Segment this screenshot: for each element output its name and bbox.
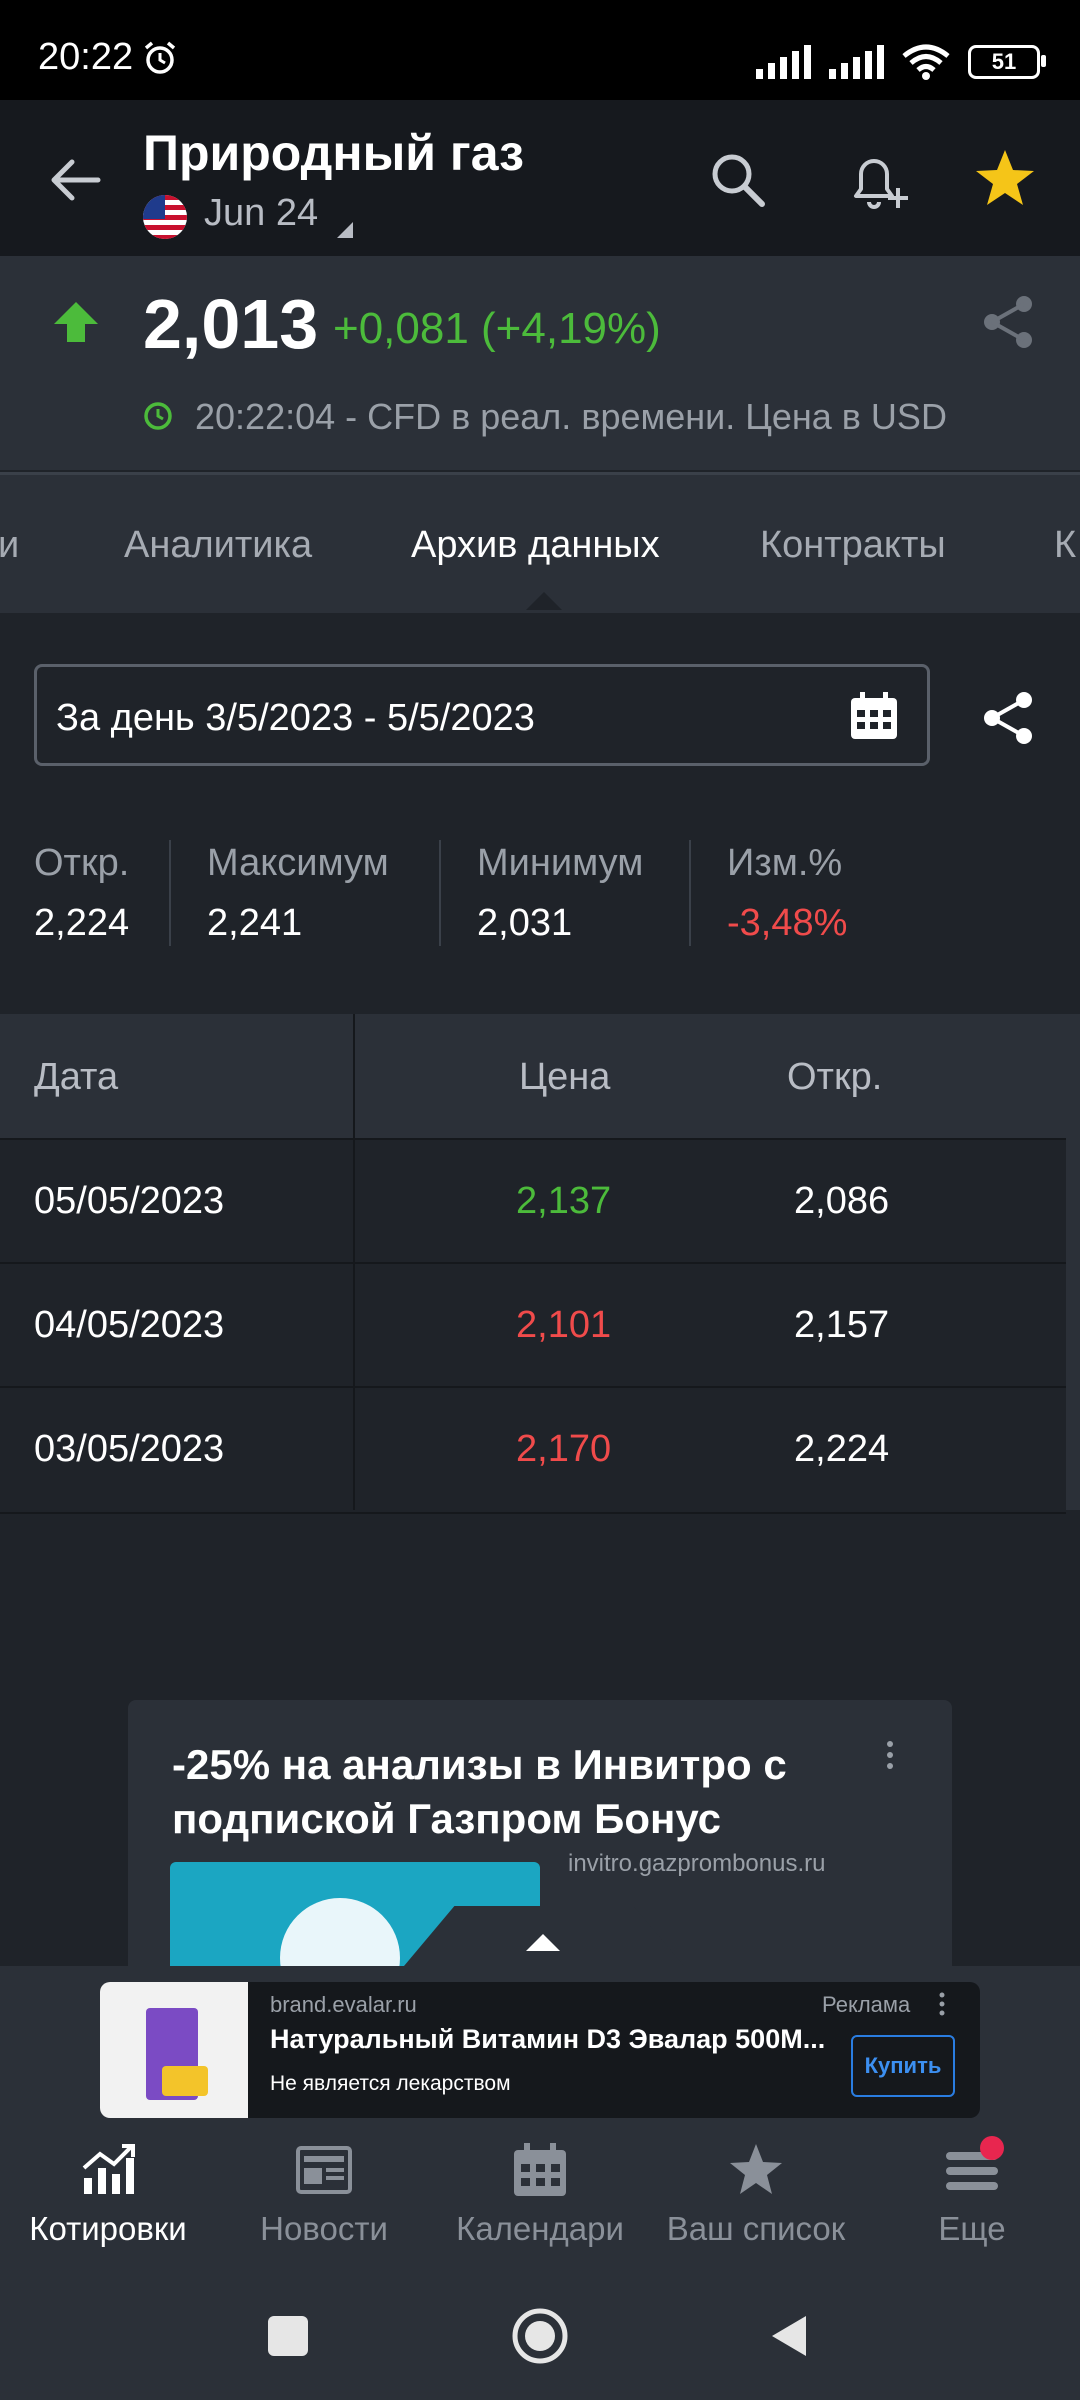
cell-date: 03/05/2023	[34, 1428, 225, 1470]
horizontal-scroll-edge	[1066, 1014, 1080, 1510]
banner-product-image[interactable]	[100, 1982, 248, 2118]
tab-historical-data[interactable]: Архив данных	[411, 524, 660, 567]
stat-change-value: -3,48%	[727, 902, 848, 944]
nav-label: Новости	[260, 2210, 388, 2247]
clock-icon	[144, 402, 172, 430]
ad-card-title[interactable]: -25% на анализы в Инвитро с подпиской Га…	[172, 1738, 872, 1846]
stat-divider	[439, 840, 441, 946]
nav-label: Котировки	[29, 2210, 187, 2247]
ad-label: Реклама	[822, 1992, 911, 2017]
back-arrow-icon[interactable]	[44, 148, 108, 212]
contract-selector[interactable]: Jun 24	[204, 192, 318, 235]
chevron-up-icon[interactable]	[526, 1934, 560, 1951]
stat-divider	[169, 840, 171, 946]
notification-badge	[980, 2136, 1004, 2160]
column-header-open: Откр.	[787, 1056, 883, 1098]
nav-calendars[interactable]: Календари	[432, 2140, 648, 2248]
share-icon[interactable]	[980, 688, 1036, 748]
us-flag-icon	[143, 195, 187, 239]
nav-news[interactable]: Новости	[216, 2140, 432, 2248]
buy-button[interactable]: Купить	[851, 2035, 955, 2097]
battery-indicator: 51	[968, 45, 1046, 79]
signal-icon	[756, 45, 811, 79]
stat-high-value: 2,241	[207, 902, 303, 944]
add-alert-icon[interactable]	[842, 146, 912, 216]
battery-level: 51	[991, 49, 1017, 74]
nav-watchlist[interactable]: Ваш список	[648, 2140, 864, 2248]
more-vert-icon[interactable]	[938, 1992, 946, 2016]
banner-url: brand.evalar.ru	[270, 1992, 417, 2017]
stat-low-value: 2,031	[477, 902, 573, 944]
column-divider	[353, 1014, 355, 1510]
realtime-info: 20:22:04 - CFD в реал. времени. Цена в U…	[195, 396, 947, 437]
column-header-date: Дата	[34, 1056, 119, 1098]
tab-overview-partial[interactable]: и	[0, 524, 19, 567]
price-change: +0,081 (+4,19%)	[333, 304, 661, 353]
cell-open: 2,086	[794, 1180, 890, 1222]
stat-low-label: Минимум	[477, 842, 644, 884]
alarm-icon	[144, 41, 176, 74]
star-icon	[730, 2144, 782, 2194]
stat-change-label: Изм.%	[727, 842, 843, 884]
stat-divider	[689, 840, 691, 946]
banner-subtitle: Не является лекарством	[270, 2072, 511, 2095]
wifi-icon	[902, 44, 950, 80]
cell-open: 2,157	[794, 1304, 890, 1346]
system-back-button[interactable]	[768, 2312, 808, 2360]
nav-quotes[interactable]: Котировки	[0, 2140, 216, 2248]
nav-more[interactable]: Еще	[864, 2140, 1080, 2248]
cell-date: 05/05/2023	[34, 1180, 225, 1222]
active-tab-indicator	[526, 592, 562, 610]
cell-date: 04/05/2023	[34, 1304, 225, 1346]
price-up-arrow-icon	[54, 302, 98, 342]
chart-icon	[82, 2144, 135, 2194]
cell-price: 2,101	[516, 1304, 612, 1346]
news-icon	[296, 2146, 352, 2194]
tab-contracts[interactable]: Контракты	[760, 524, 946, 567]
search-icon[interactable]	[706, 148, 770, 212]
dropdown-corner-icon[interactable]	[337, 222, 353, 238]
nav-label: Календари	[456, 2210, 624, 2247]
nav-label: Еще	[938, 2210, 1006, 2247]
status-time: 20:22	[38, 36, 134, 78]
cell-price: 2,137	[516, 1180, 612, 1222]
signal-icon	[829, 45, 884, 79]
calendar-icon[interactable]	[848, 690, 900, 742]
last-price: 2,013	[143, 285, 319, 363]
tab-analytics[interactable]: Аналитика	[124, 524, 312, 567]
cell-price: 2,170	[516, 1428, 612, 1470]
share-icon[interactable]	[980, 292, 1036, 352]
watchlist-star-icon[interactable]	[972, 146, 1038, 212]
more-vert-icon[interactable]	[884, 1740, 896, 1770]
recent-apps-button[interactable]	[268, 2316, 308, 2356]
calendar-icon	[514, 2143, 566, 2196]
status-indicators: 51	[756, 44, 1046, 80]
date-range-label: За день 3/5/2023 - 5/5/2023	[56, 697, 535, 739]
stat-open-value: 2,224	[34, 902, 130, 944]
nav-label: Ваш список	[666, 2210, 846, 2247]
banner-title[interactable]: Натуральный Витамин D3 Эвалар 500М...	[270, 2024, 830, 2055]
cell-open: 2,224	[794, 1428, 890, 1470]
home-button[interactable]	[510, 2306, 570, 2366]
stat-high-label: Максимум	[207, 842, 389, 884]
stat-open-label: Откр.	[34, 842, 130, 884]
column-header-price: Цена	[519, 1056, 611, 1098]
tab-next-partial[interactable]: К	[1054, 524, 1076, 567]
instrument-title: Природный газ	[143, 125, 525, 181]
ad-card-url: invitro.gazprombonus.ru	[568, 1850, 826, 1877]
